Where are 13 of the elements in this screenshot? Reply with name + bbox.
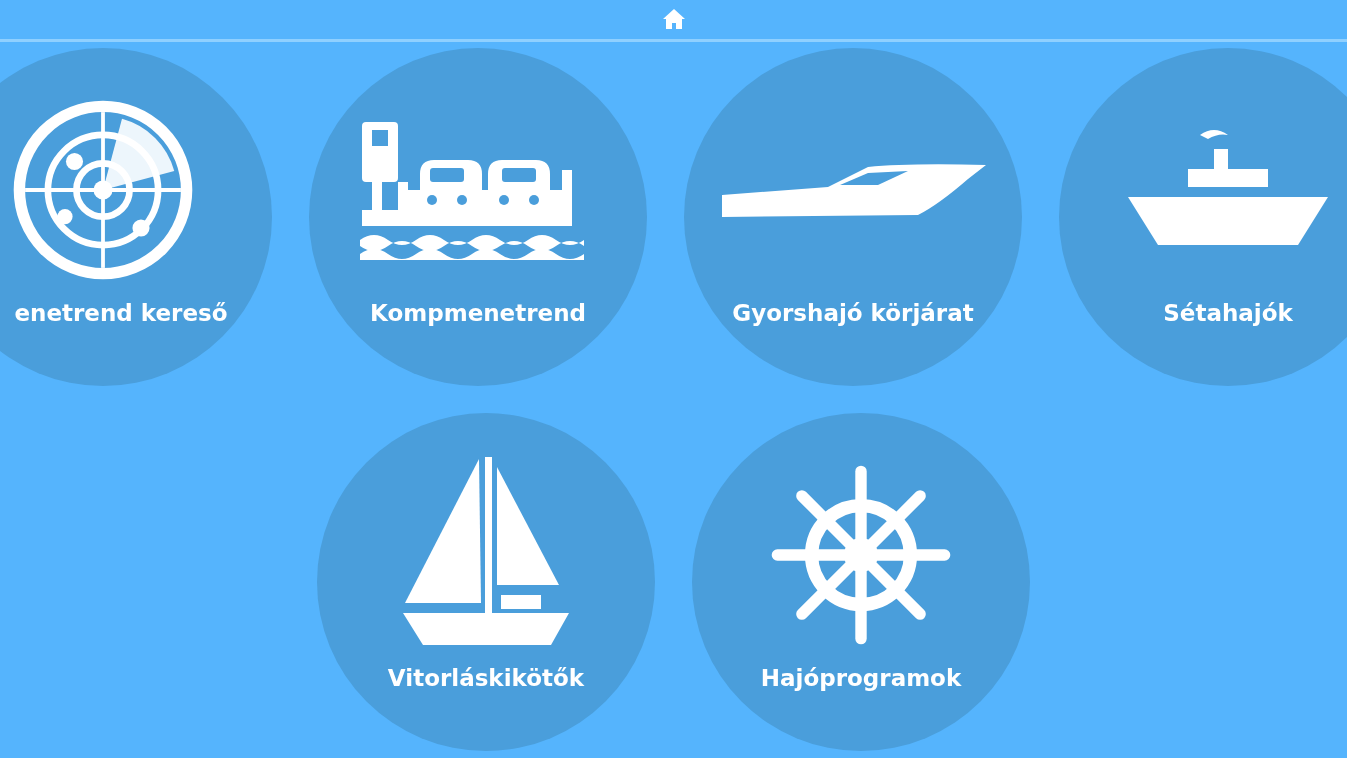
menu-tile[interactable]: Vitorláskikötők [317,413,655,751]
menu-tile[interactable]: Kompmenetrend [309,48,647,386]
menu-label: Vitorláskikötők [387,665,585,691]
menu-label: Gyorshajó körjárat [732,300,974,326]
home-icon[interactable] [661,7,686,30]
menu-label: Kompmenetrend [370,300,586,326]
menu-tile[interactable]: enetrend kereső [0,48,272,386]
menu-label: enetrend kereső [14,300,228,326]
menu-tile[interactable]: Hajóprogramok [692,413,1030,751]
menu-label: Sétahajók [1163,300,1293,326]
menu-tile[interactable]: Gyorshajó körjárat [684,48,1022,386]
menu-label: Hajóprogramok [760,665,962,691]
menu-tile[interactable]: Sétahajók [1059,48,1347,386]
